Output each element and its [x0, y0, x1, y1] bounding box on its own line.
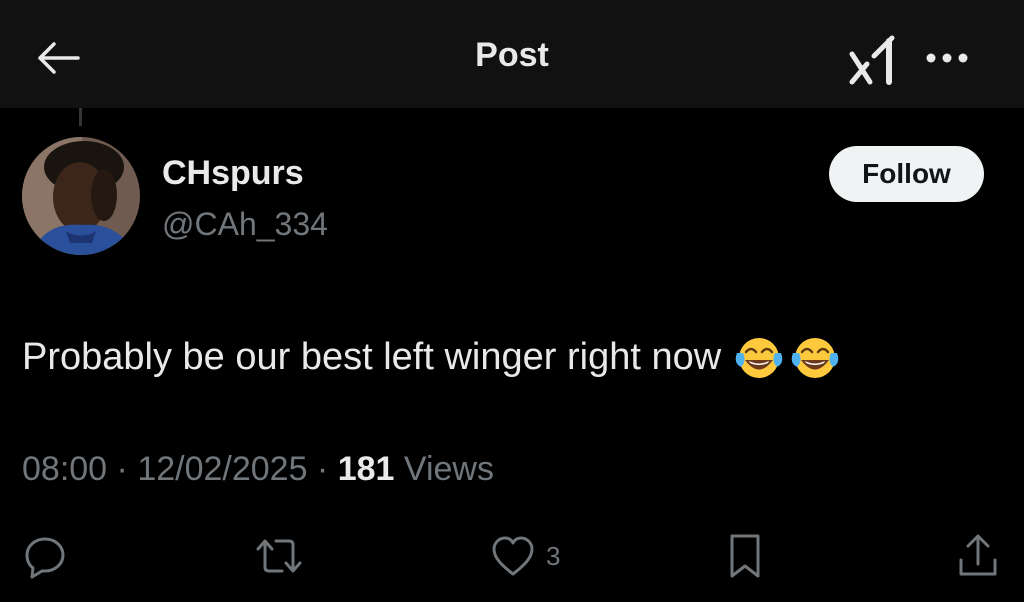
grok-button[interactable] [842, 30, 902, 90]
post-body: Probably be our best left winger right n… [22, 333, 839, 381]
repost-icon [256, 539, 302, 573]
post-metadata: 08:00 · 12/02/2025 · 181 Views [22, 450, 494, 489]
reply-button[interactable] [22, 530, 68, 582]
heart-icon [492, 536, 534, 576]
post-time[interactable]: 08:00 [22, 450, 107, 488]
bookmark-button[interactable] [726, 530, 764, 582]
like-button[interactable]: 3 [490, 530, 560, 582]
post-date[interactable]: 12/02/2025 [137, 450, 307, 488]
author-handle[interactable]: @CAh_334 [162, 206, 328, 243]
tears-of-joy-emoji [735, 333, 783, 381]
views-count: 181 [337, 450, 395, 488]
like-count: 3 [546, 540, 561, 571]
reply-icon [25, 537, 65, 579]
share-icon [959, 534, 997, 576]
meta-separator: · [107, 450, 138, 488]
meta-separator: · [307, 450, 338, 488]
post-text: Probably be our best left winger right n… [22, 335, 722, 378]
more-horizontal-icon [926, 53, 968, 63]
views-label: Views [394, 450, 494, 488]
thread-connector-line [79, 108, 82, 126]
avatar[interactable] [22, 137, 140, 255]
share-button[interactable] [956, 530, 1000, 582]
bookmark-icon [730, 534, 760, 578]
top-bar: Post [0, 0, 1024, 108]
repost-button[interactable] [254, 530, 304, 582]
grok-icon [849, 35, 895, 85]
follow-button[interactable]: Follow [829, 146, 984, 202]
tears-of-joy-emoji [791, 333, 839, 381]
more-options-button[interactable] [920, 38, 974, 78]
author-display-name[interactable]: CHspurs [162, 154, 304, 193]
